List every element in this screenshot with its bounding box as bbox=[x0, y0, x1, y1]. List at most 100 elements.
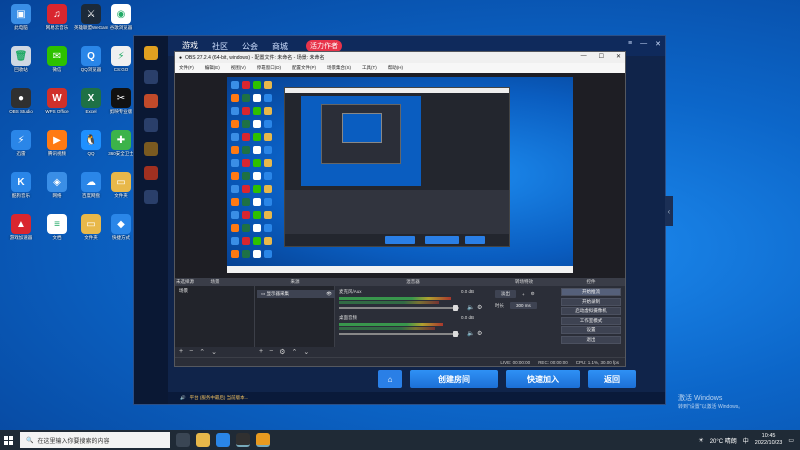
minimize-icon[interactable]: — bbox=[640, 40, 647, 48]
weather-icon[interactable]: ☀ bbox=[698, 437, 703, 444]
desktop-icon[interactable]: ⚡ 迅雷 bbox=[4, 130, 38, 156]
remove-icon[interactable]: − bbox=[189, 348, 193, 355]
control-button[interactable]: 启动虚拟摄像机 bbox=[561, 307, 621, 315]
desktop-icon[interactable]: ✉ 微信 bbox=[40, 46, 74, 72]
desktop-icon[interactable]: K 酷狗音乐 bbox=[4, 172, 38, 198]
app-icon: X bbox=[81, 88, 101, 108]
control-button[interactable]: 退出 bbox=[561, 335, 621, 344]
obs-taskbar-icon[interactable] bbox=[236, 433, 250, 447]
gear-icon[interactable]: ⚙ bbox=[477, 330, 482, 337]
app-icon: W bbox=[47, 88, 67, 108]
desktop-icon[interactable]: ◉ 谷歌浏览器 bbox=[104, 4, 138, 30]
captured-desktop-icon bbox=[253, 107, 261, 115]
control-button[interactable]: 工作室模式 bbox=[561, 316, 621, 325]
menu-item[interactable]: 编辑(E) bbox=[205, 65, 220, 71]
scenes-list[interactable]: 场景 bbox=[175, 286, 255, 347]
up-icon[interactable]: ⌃ bbox=[199, 348, 205, 356]
menu-item[interactable]: 工具(T) bbox=[362, 65, 377, 71]
create-room-button[interactable]: 创建房间 bbox=[410, 370, 498, 388]
app-icon: ☁ bbox=[81, 172, 101, 192]
close-icon[interactable]: ✕ bbox=[655, 40, 661, 48]
gear-icon[interactable]: ⚙ bbox=[531, 291, 535, 297]
speaker-icon[interactable]: 🔈 bbox=[467, 330, 474, 337]
control-button[interactable]: 开始推流 bbox=[561, 288, 621, 296]
file-explorer-icon[interactable] bbox=[196, 433, 210, 447]
captured-desktop-icon bbox=[253, 224, 261, 232]
down-icon[interactable]: ⌄ bbox=[211, 348, 217, 356]
notification-icon[interactable]: ▭ bbox=[788, 437, 794, 444]
desktop-icon[interactable]: X Excel bbox=[74, 88, 108, 114]
desktop-icon[interactable]: ♫ 网易云音乐 bbox=[40, 4, 74, 30]
weather-text[interactable]: 20°C 晴朗 bbox=[710, 436, 737, 445]
menu-icon[interactable]: ≡ bbox=[628, 40, 632, 48]
desktop-icon[interactable]: ▲ 游戏加速器 bbox=[4, 214, 38, 240]
add-icon[interactable]: + bbox=[522, 292, 525, 297]
obs-preview[interactable] bbox=[175, 73, 625, 278]
ime-indicator[interactable]: 中 bbox=[743, 436, 749, 445]
taskbar-search[interactable]: 🔍 在这里输入你要搜索的内容 bbox=[20, 432, 170, 448]
control-button[interactable]: 设置 bbox=[561, 326, 621, 334]
desktop-icon[interactable]: ▭ 文件夹 bbox=[74, 214, 108, 240]
game-taskbar-icon[interactable] bbox=[256, 433, 270, 447]
speaker-icon[interactable]: 🔈 bbox=[467, 304, 474, 311]
tab-guild[interactable]: 公会 bbox=[242, 41, 258, 52]
maximize-icon[interactable]: ☐ bbox=[599, 53, 604, 60]
desktop-icon[interactable]: ▣ 此电脑 bbox=[4, 4, 38, 30]
duration-input[interactable]: 300 ms bbox=[510, 302, 537, 309]
desktop-icon[interactable]: Q QQ浏览器 bbox=[74, 46, 108, 72]
desktop-icon[interactable]: ⚔英雄联盟WeGame版 bbox=[74, 4, 108, 30]
close-icon[interactable]: ✕ bbox=[616, 53, 621, 60]
sidebar-game-icon[interactable] bbox=[144, 94, 158, 108]
launcher-logo-icon[interactable] bbox=[144, 46, 158, 60]
up-icon[interactable]: ⌃ bbox=[291, 348, 297, 356]
scene-item[interactable]: 场景 bbox=[177, 288, 252, 296]
desktop-icon[interactable]: 🗑 回收站 bbox=[4, 46, 38, 72]
launcher-window-controls: ≡ — ✕ bbox=[628, 40, 661, 48]
menu-item[interactable]: 场景集合(S) bbox=[327, 65, 351, 71]
tab-store[interactable]: 商城 bbox=[272, 41, 288, 52]
collapse-panel-handle[interactable]: ‹ bbox=[665, 196, 673, 226]
sidebar-game-icon[interactable] bbox=[144, 70, 158, 84]
home-button[interactable]: ⌂ bbox=[378, 370, 402, 388]
desktop-icon[interactable]: 🐧 QQ bbox=[74, 130, 108, 156]
back-button[interactable]: 返回 bbox=[588, 370, 636, 388]
desktop-icon[interactable]: ◈ 网络 bbox=[40, 172, 74, 198]
minimize-icon[interactable]: — bbox=[581, 53, 587, 60]
desktop-icon[interactable]: ● OBS Studio bbox=[4, 88, 38, 114]
add-icon[interactable]: + bbox=[259, 348, 263, 355]
volume-slider[interactable] bbox=[339, 331, 459, 337]
task-view-icon[interactable] bbox=[176, 433, 190, 447]
remove-icon[interactable]: − bbox=[269, 348, 273, 355]
gear-icon[interactable]: ⚙ bbox=[477, 304, 482, 311]
desktop-icon[interactable]: ▶ 腾讯视频 bbox=[40, 130, 74, 156]
menu-item[interactable]: 视图(V) bbox=[231, 65, 246, 71]
tab-community[interactable]: 社区 bbox=[212, 41, 228, 52]
browser-icon[interactable] bbox=[216, 433, 230, 447]
desktop-icon[interactable]: W WPS Office bbox=[40, 88, 74, 114]
quick-join-button[interactable]: 快速加入 bbox=[506, 370, 580, 388]
source-item[interactable]: ▭ 显示器采集 👁 bbox=[257, 290, 335, 298]
sidebar-game-icon[interactable] bbox=[144, 142, 158, 156]
eye-icon[interactable]: 👁 bbox=[326, 291, 335, 297]
transition-select[interactable]: 淡出 bbox=[495, 290, 516, 298]
desktop-icon[interactable]: ☁ 百度网盘 bbox=[74, 172, 108, 198]
app-icon: ◈ bbox=[47, 172, 67, 192]
add-icon[interactable]: + bbox=[179, 348, 183, 355]
sidebar-game-icon[interactable] bbox=[144, 190, 158, 204]
menu-item[interactable]: 配置文件(P) bbox=[292, 65, 316, 71]
control-button[interactable]: 开始录制 bbox=[561, 297, 621, 306]
clock[interactable]: 10:45 2022/10/23 bbox=[755, 433, 783, 447]
menu-item[interactable]: 帮助(H) bbox=[388, 65, 403, 71]
captured-desktop-icon bbox=[242, 198, 250, 206]
menu-item[interactable]: 停靠窗口(D) bbox=[257, 65, 281, 71]
sidebar-game-icon[interactable] bbox=[144, 166, 158, 180]
start-button[interactable] bbox=[0, 430, 16, 450]
duration-label: 时长 bbox=[495, 302, 504, 308]
volume-slider[interactable] bbox=[339, 305, 459, 311]
desktop-icon-label: 回收站 bbox=[14, 67, 28, 72]
gear-icon[interactable]: ⚙ bbox=[279, 348, 285, 356]
down-icon[interactable]: ⌄ bbox=[303, 348, 309, 356]
desktop-icon[interactable]: ≡ 文档 bbox=[40, 214, 74, 240]
menu-item[interactable]: 文件(F) bbox=[179, 65, 194, 71]
sidebar-game-icon[interactable] bbox=[144, 118, 158, 132]
